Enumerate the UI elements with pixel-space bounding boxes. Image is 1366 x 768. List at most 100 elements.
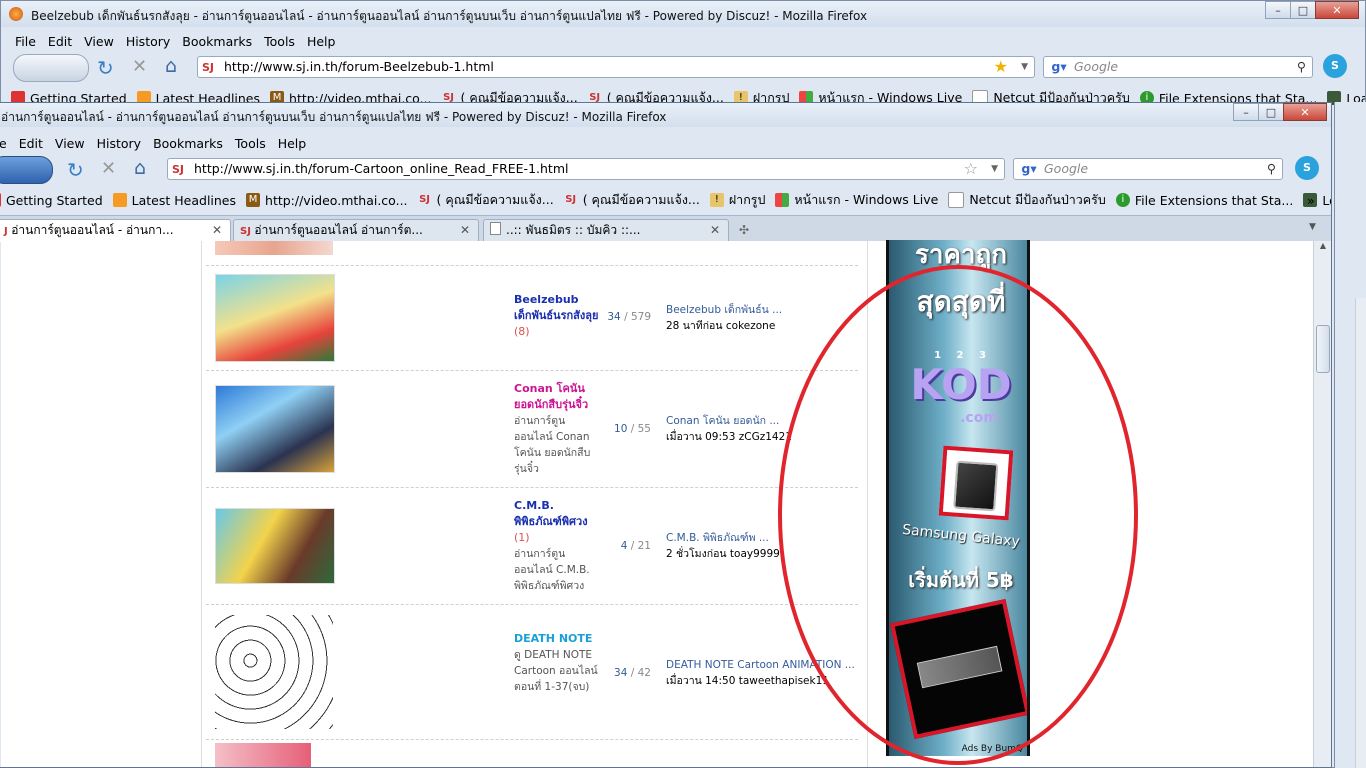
tab-close-icon[interactable]: ✕ (460, 220, 470, 240)
tab-cartoon-online[interactable]: J อ่านการ์ตูนออนไลน์ - อ่านกา... ✕ (0, 219, 231, 242)
menu-history[interactable]: History (120, 34, 176, 49)
front-search-box[interactable]: g▾ Google ⚲ (1013, 158, 1283, 180)
last-post-link[interactable]: C.M.B. พิพิธภัณฑ์พ ... (666, 530, 856, 546)
bookmark-item[interactable]: Mhttp://video.mthai.co... (246, 193, 408, 208)
bookmark-star-icon[interactable]: ☆ (964, 159, 978, 179)
front-menubar: e Edit View History Bookmarks Tools Help (0, 132, 1331, 154)
conan-thumbnail[interactable] (215, 385, 335, 473)
back-forward-icon[interactable] (0, 156, 53, 184)
menu-edit[interactable]: Edit (42, 34, 78, 49)
site-favicon: SJ (172, 163, 185, 176)
minimize-button[interactable]: – (1265, 1, 1291, 19)
row-title-link[interactable]: Beelzebub เด็กพันธ์นรกสังลุย (514, 293, 598, 322)
menu-bookmarks[interactable]: Bookmarks (147, 136, 229, 151)
row-description: ดู DEATH NOTE Cartoon ออนไลน์ ตอนที่ 1-3… (514, 649, 598, 693)
back-url-bar[interactable]: SJ http://www.sj.in.th/forum-Beelzebub-1.… (197, 56, 1035, 78)
bookmark-label: ฝากรูป (728, 192, 766, 207)
url-dropdown-icon[interactable]: ▼ (991, 159, 998, 179)
bookmark-label: File Extensions that Sta... (1134, 192, 1294, 208)
row-title-link[interactable]: Conan โคนัน ยอดนักสืบรุ่นจิ๋ว (514, 381, 599, 413)
tab-close-icon[interactable]: ✕ (710, 220, 720, 240)
new-tab-button[interactable]: ✣ (733, 219, 755, 241)
tablet-product-image (938, 445, 1014, 521)
bookmark-item[interactable]: SJ ( คุณมีข้อความแจ้ง... (418, 190, 554, 210)
bookmark-item[interactable]: i File Extensions that Sta... (1115, 192, 1294, 208)
back-forward-icon[interactable] (13, 54, 89, 82)
last-post-link[interactable]: Beelzebub เด็กพันธ์น ... (666, 302, 856, 318)
menu-file[interactable]: e (0, 136, 13, 151)
content-left-border (201, 241, 202, 767)
menu-file[interactable]: File (9, 34, 42, 49)
menu-tools[interactable]: Tools (258, 34, 301, 49)
tab-bumq[interactable]: ..:: พันธมิตร :: บัมคิว ::... ✕ (483, 219, 729, 242)
scroll-up-arrow[interactable]: ▲ (1314, 241, 1331, 257)
beelzebub-thumbnail[interactable] (215, 274, 335, 362)
tab-label: อ่านการ์ตูนออนไลน์ - อ่านกา... (11, 223, 174, 237)
home-icon[interactable]: ⌂ (165, 55, 177, 77)
bookmark-star-icon[interactable]: ★ (994, 57, 1008, 77)
reload-icon[interactable]: ↻ (97, 56, 114, 80)
maximize-button[interactable]: □ (1290, 1, 1316, 19)
last-post-info: 2 ชั่วโมงก่อน toay9999 (666, 548, 780, 560)
bookmark-item[interactable]: Netcut มีป้องกันป่าวครับ (948, 190, 1106, 210)
vertical-scrollbar[interactable]: ▲ (1313, 241, 1331, 767)
firefox-icon (9, 7, 23, 21)
menu-tools[interactable]: Tools (229, 136, 272, 151)
bookmark-item[interactable]: หน้าแรก - Windows Live (775, 190, 938, 210)
close-button[interactable]: ✕ (1283, 103, 1327, 121)
menu-help[interactable]: Help (272, 136, 313, 151)
reply-count: 4 (620, 540, 628, 552)
scroll-thumb[interactable] (1316, 325, 1330, 373)
tab-close-icon[interactable]: ✕ (212, 220, 222, 240)
tab-list-dropdown-icon[interactable]: ▼ (1309, 222, 1316, 232)
home-icon[interactable]: ⌂ (134, 157, 146, 179)
search-icon[interactable]: ⚲ (1267, 159, 1276, 179)
menu-view[interactable]: View (78, 34, 120, 49)
front-url-bar[interactable]: SJ http://www.sj.in.th/forum-Cartoon_onli… (167, 158, 1005, 180)
advertisement-banner[interactable]: ราคาถูก สุดสุดที่ 1 2 3 KOD .com Samsung… (886, 240, 1030, 756)
sj-icon: SJ (565, 194, 577, 205)
death-note-thumbnail[interactable] (215, 615, 333, 729)
menu-bookmarks[interactable]: Bookmarks (176, 34, 258, 49)
menu-edit[interactable]: Edit (13, 136, 49, 151)
reload-icon[interactable]: ↻ (67, 158, 84, 182)
view-count: 42 (637, 667, 651, 679)
tab-cartoon-read[interactable]: SJ อ่านการ์ตูนออนไลน์ อ่านการ์ต... ✕ (233, 219, 479, 242)
skype-icon[interactable]: S (1323, 54, 1347, 78)
bookmark-item[interactable]: Getting Started (0, 193, 103, 208)
bookmark-label: ( คุณมีข้อความแจ้ง... (582, 192, 700, 207)
minimize-button[interactable]: – (1233, 103, 1259, 121)
maximize-button[interactable]: □ (1258, 103, 1284, 121)
menu-help[interactable]: Help (301, 34, 342, 49)
row-title-link[interactable]: C.M.B. พิพิธภัณฑ์พิศวง (514, 499, 588, 528)
stop-icon[interactable]: ✕ (132, 56, 147, 77)
back-titlebar[interactable]: Beelzebub เด็กพันธ์นรกสังลุย - อ่านการ์ต… (1, 1, 1365, 27)
ad-footer: Ads By BumQ (961, 744, 1023, 754)
url-dropdown-icon[interactable]: ▼ (1021, 57, 1028, 77)
last-post-link[interactable]: DEATH NOTE Cartoon ANIMATION ... (666, 657, 856, 673)
search-icon[interactable]: ⚲ (1297, 57, 1306, 77)
skype-icon[interactable]: S (1295, 156, 1319, 180)
close-button[interactable]: ✕ (1315, 1, 1359, 19)
cmb-thumbnail[interactable] (215, 508, 335, 584)
last-post-info: 28 นาทีก่อน cokezone (666, 320, 776, 332)
menu-history[interactable]: History (91, 136, 147, 151)
bookmark-item[interactable]: Latest Headlines (112, 193, 236, 208)
forum-row: DEATH NOTE ดู DEATH NOTE Cartoon ออนไลน์… (206, 605, 858, 740)
sj-icon: SJ (419, 194, 431, 205)
bookmarks-overflow-icon[interactable]: » (1307, 193, 1315, 208)
google-icon: g▾ (1051, 59, 1067, 74)
forum-row: Beelzebub เด็กพันธ์นรกสังลุย (8) 34 / 57… (206, 266, 858, 371)
stop-icon[interactable]: ✕ (101, 158, 116, 179)
front-titlebar[interactable]: อ่านการ์ตูนออนไลน์ - อ่านการ์ตูนออนไลน์ … (0, 103, 1331, 127)
new-post-badge: (8) (514, 325, 530, 338)
reply-count: 10 (614, 423, 628, 435)
last-post-link[interactable]: Conan โคนัน ยอดนัก ... (666, 413, 856, 429)
bookmark-item[interactable]: ! ฝากรูป (709, 190, 766, 210)
back-scrollbar[interactable] (1355, 298, 1366, 768)
menu-view[interactable]: View (49, 136, 91, 151)
row-title-link[interactable]: DEATH NOTE (514, 631, 599, 647)
bookmark-label: ( คุณมีข้อความแจ้ง... (436, 192, 554, 207)
back-search-box[interactable]: g▾ Google ⚲ (1043, 56, 1313, 78)
bookmark-item[interactable]: SJ ( คุณมีข้อความแจ้ง... (564, 190, 700, 210)
